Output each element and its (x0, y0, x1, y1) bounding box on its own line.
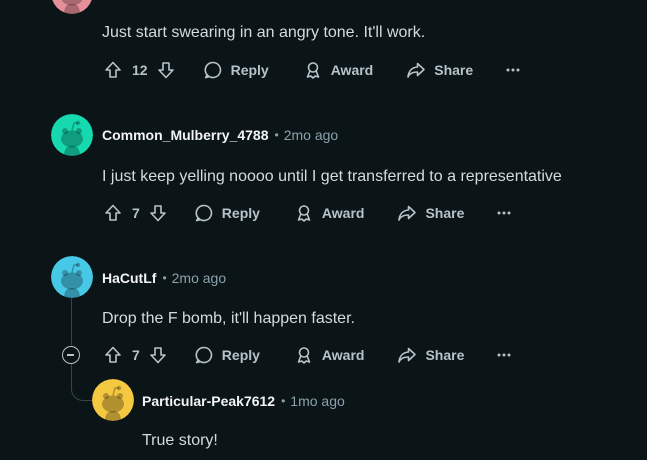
comment-meta: Common_Mulberry_4788 • 2mo ago (102, 127, 338, 143)
reply-connector (71, 364, 94, 401)
reply-button[interactable]: Reply (194, 345, 260, 365)
award-button[interactable]: Award (294, 203, 364, 223)
upvote-button[interactable] (103, 60, 123, 80)
username[interactable]: Particular-Peak7612 (142, 393, 275, 409)
share-icon (397, 345, 417, 365)
award-icon (303, 60, 323, 80)
timestamp[interactable]: 1mo ago (290, 393, 344, 409)
collapse-thread-button[interactable] (62, 346, 80, 364)
vote-count: 7 (132, 205, 140, 221)
share-icon (397, 203, 417, 223)
upvote-icon (103, 345, 123, 365)
comment-actions: 7 Reply Award Share (103, 345, 514, 365)
timestamp[interactable]: 2mo ago (284, 127, 338, 143)
reply-button[interactable]: Reply (203, 60, 269, 80)
share-button[interactable]: Share (406, 60, 473, 80)
share-icon (406, 60, 426, 80)
downvote-icon (156, 60, 176, 80)
avatar[interactable] (51, 0, 93, 14)
comment-body: True story! (142, 432, 218, 449)
avatar[interactable] (51, 256, 93, 298)
upvote-icon (103, 203, 123, 223)
comment-meta: HaCutLf • 2mo ago (102, 270, 226, 286)
comment-body: Just start swearing in an angry tone. It… (102, 24, 426, 41)
downvote-icon (148, 345, 168, 365)
comment-body: I just keep yelling noooo until I get tr… (102, 168, 562, 185)
more-icon (494, 345, 514, 365)
timestamp[interactable]: 2mo ago (172, 270, 226, 286)
award-button[interactable]: Award (294, 345, 364, 365)
downvote-button[interactable] (148, 345, 168, 365)
vote-count: 12 (132, 62, 148, 78)
username[interactable]: Common_Mulberry_4788 (102, 127, 269, 143)
award-icon (294, 345, 314, 365)
award-icon (294, 203, 314, 223)
more-icon (494, 203, 514, 223)
more-options-button[interactable] (494, 345, 514, 365)
share-button[interactable]: Share (397, 203, 464, 223)
username[interactable]: HaCutLf (102, 270, 156, 286)
avatar[interactable] (92, 379, 134, 421)
separator-dot: • (162, 271, 167, 285)
comment-thread: Just start swearing in an angry tone. It… (0, 0, 647, 460)
award-button[interactable]: Award (303, 60, 373, 80)
avatar[interactable] (51, 114, 93, 156)
vote-count: 7 (132, 347, 140, 363)
reply-icon (194, 345, 214, 365)
comment-actions: 7 Reply Award Share (103, 203, 514, 223)
reply-icon (203, 60, 223, 80)
thread-line[interactable] (71, 298, 72, 345)
downvote-button[interactable] (148, 203, 168, 223)
downvote-icon (148, 203, 168, 223)
more-icon (503, 60, 523, 80)
comment-body: Drop the F bomb, it'll happen faster. (102, 310, 355, 327)
separator-dot: • (274, 128, 279, 142)
upvote-icon (103, 60, 123, 80)
upvote-button[interactable] (103, 203, 123, 223)
downvote-button[interactable] (156, 60, 176, 80)
upvote-button[interactable] (103, 345, 123, 365)
more-options-button[interactable] (503, 60, 523, 80)
share-button[interactable]: Share (397, 345, 464, 365)
comment-meta: Particular-Peak7612 • 1mo ago (142, 393, 345, 409)
reply-icon (194, 203, 214, 223)
more-options-button[interactable] (494, 203, 514, 223)
separator-dot: • (281, 394, 286, 408)
reply-button[interactable]: Reply (194, 203, 260, 223)
comment-actions: 12 Reply Award Share (103, 60, 523, 80)
